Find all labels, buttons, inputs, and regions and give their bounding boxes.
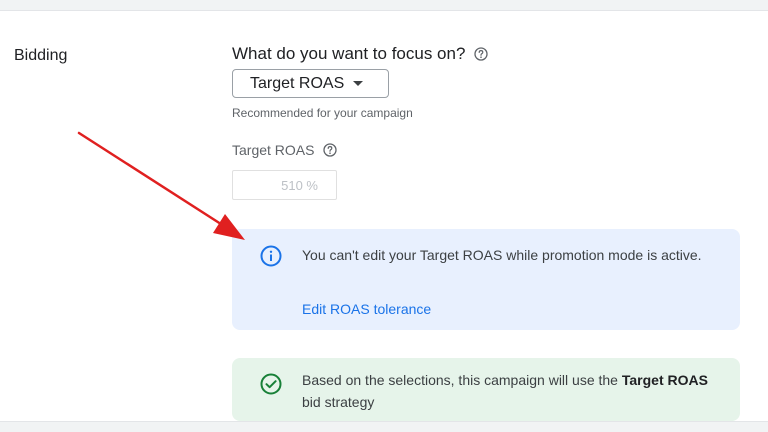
bid-strategy-notice: Based on the selections, this campaign w…: [232, 358, 740, 421]
promotion-mode-notice: You can't edit your Target ROAS while pr…: [232, 229, 740, 330]
check-circle-icon: [260, 373, 282, 395]
bid-strategy-prefix: Based on the selections, this campaign w…: [302, 372, 622, 388]
target-roas-label: Target ROAS: [232, 142, 338, 158]
focus-question-text: What do you want to focus on?: [232, 44, 466, 63]
target-roas-input[interactable]: [232, 170, 337, 200]
help-icon[interactable]: [323, 143, 338, 157]
help-icon[interactable]: [474, 47, 489, 61]
section-label: Bidding: [14, 47, 68, 64]
promotion-mode-message: You can't edit your Target ROAS while pr…: [302, 247, 702, 263]
focus-hint: Recommended for your campaign: [232, 106, 413, 120]
bidding-card: Bidding What do you want to focus on? Ta…: [0, 10, 768, 422]
focus-dropdown[interactable]: Target ROAS: [232, 69, 389, 98]
bid-strategy-suffix: bid strategy: [302, 394, 375, 410]
edit-roas-tolerance-link[interactable]: Edit ROAS tolerance: [302, 301, 431, 317]
focus-dropdown-value: Target ROAS: [250, 74, 345, 92]
info-icon: [260, 245, 282, 267]
chevron-down-icon: [353, 81, 364, 86]
bid-strategy-message: Based on the selections, this campaign w…: [302, 369, 722, 413]
focus-question: What do you want to focus on?: [232, 44, 489, 64]
bid-strategy-name: Target ROAS: [621, 372, 708, 388]
target-roas-label-text: Target ROAS: [232, 142, 315, 158]
